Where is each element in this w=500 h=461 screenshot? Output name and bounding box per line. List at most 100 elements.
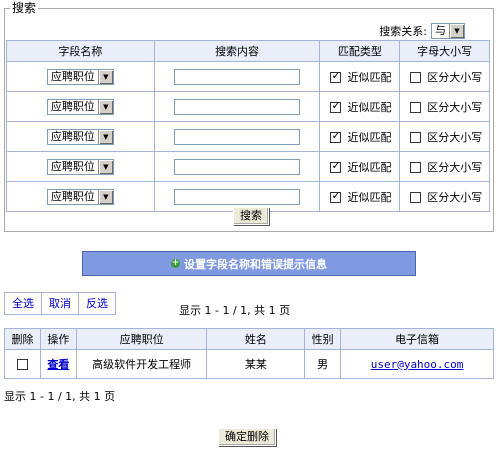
fuzzy-match-label: 近似匹配: [347, 190, 392, 204]
chevron-down-icon: ▼: [449, 24, 464, 38]
field-cell: 应聘职位 ▼: [6, 121, 155, 152]
pager-bottom: 显示 1 - 1 / 1, 共 1 页: [4, 390, 116, 403]
email-cell: user@yahoo.com: [340, 349, 494, 379]
search-row: 应聘职位▼ 近似匹配 区分大小写: [6, 151, 490, 182]
match-type-cell: 近似匹配: [319, 61, 401, 92]
content-cell: [153, 91, 321, 122]
search-content-input[interactable]: [174, 68, 301, 85]
fuzzy-match-checkbox[interactable]: [330, 99, 342, 113]
chevron-down-icon: ▼: [97, 69, 113, 84]
case-sensitive-label: 区分大小写: [427, 190, 483, 204]
field-select-value: 应聘职位: [50, 159, 95, 173]
case-sensitive-checkbox[interactable]: [410, 72, 422, 83]
fuzzy-match-label: 近似匹配: [347, 160, 392, 174]
chevron-down-icon: ▼: [97, 99, 113, 114]
results-table: 删除 操作 应聘职位 姓名 性别 电子信箱 查看 高级软件开发工程师 某某男 user…: [4, 328, 494, 379]
case-cell: 区分大小写: [399, 121, 490, 152]
column-header-delete: 删除: [4, 328, 41, 350]
column-header-content: 搜索内容: [153, 40, 321, 62]
match-type-cell: 近似匹配: [319, 121, 401, 152]
plus-icon: +: [171, 258, 180, 268]
search-content-input[interactable]: [174, 128, 301, 145]
fuzzy-match-checkbox[interactable]: [330, 129, 342, 143]
chevron-down-icon: ▼: [97, 189, 113, 204]
fuzzy-match-label: 近似匹配: [347, 130, 392, 144]
view-link[interactable]: 查看: [47, 358, 69, 371]
column-header-action: 操作: [39, 328, 77, 350]
field-select[interactable]: 应聘职位 ▼: [46, 68, 114, 85]
field-select[interactable]: 应聘职位 ▼: [46, 158, 114, 175]
position-cell: 高级软件开发工程师: [75, 349, 208, 379]
case-sensitive-checkbox[interactable]: [410, 102, 422, 113]
field-select-value: 应聘职位: [50, 189, 95, 203]
delete-checkbox[interactable]: [16, 359, 28, 370]
case-sensitive-label: 区分大小写: [427, 130, 483, 144]
search-row: 应聘职位▼ 近似匹配 区分大小写: [6, 61, 490, 92]
search-content-input[interactable]: [174, 158, 301, 175]
field-select-value: 应聘职位: [50, 69, 95, 83]
name-cell: 某某: [206, 349, 306, 379]
case-cell: 区分大小写: [399, 61, 490, 92]
case-sensitive-checkbox[interactable]: [410, 162, 422, 173]
search-content-input[interactable]: [174, 188, 301, 205]
case-sensitive-label: 区分大小写: [427, 160, 483, 174]
case-sensitive-label: 区分大小写: [427, 70, 483, 84]
action-cell: 查看: [39, 349, 77, 379]
search-relation: 搜索关系: 与 ▼: [379, 23, 465, 39]
fuzzy-match-checkbox[interactable]: [330, 159, 342, 173]
content-cell: [153, 121, 321, 152]
fuzzy-match-label: 近似匹配: [347, 100, 392, 114]
field-select[interactable]: 应聘职位 ▼: [46, 98, 114, 115]
confirm-delete-button[interactable]: 确定删除: [218, 428, 276, 446]
delete-cell: [4, 349, 41, 379]
match-type-cell: 近似匹配: [319, 151, 401, 182]
column-header-position: 应聘职位: [75, 328, 208, 350]
field-cell: 应聘职位 ▼: [6, 151, 155, 182]
match-type-cell: 近似匹配: [319, 181, 401, 212]
content-cell: [153, 61, 321, 92]
column-header-email: 电子信箱: [340, 328, 494, 350]
chevron-down-icon: ▼: [97, 129, 113, 144]
column-header-gender: 性别: [304, 328, 342, 350]
gender-cell: 男: [304, 349, 342, 379]
email-link[interactable]: user@yahoo.com: [371, 358, 464, 371]
case-sensitive-checkbox[interactable]: [410, 132, 422, 143]
search-relation-value: 与: [435, 24, 446, 37]
invert-selection-button[interactable]: 反选: [79, 293, 115, 314]
field-settings-label: 设置字段名称和错误提示信息: [184, 257, 327, 271]
search-relation-label: 搜索关系:: [379, 25, 427, 38]
select-all-button[interactable]: 全选: [5, 293, 42, 314]
column-header-field: 字段名称: [6, 40, 155, 62]
selection-controls: 全选 取消 反选: [4, 292, 116, 315]
field-cell: 应聘职位 ▼: [6, 61, 155, 92]
fuzzy-match-checkbox[interactable]: [330, 69, 342, 83]
case-cell: 区分大小写: [399, 181, 490, 212]
table-row: 查看 高级软件开发工程师 某某男 user@yahoo.com: [4, 349, 494, 379]
search-content-input[interactable]: [174, 98, 301, 115]
column-header-match-type: 匹配类型: [319, 40, 401, 62]
search-row: 应聘职位▼ 近似匹配 区分大小写: [6, 121, 490, 152]
field-cell: 应聘职位 ▼: [6, 181, 155, 212]
field-select[interactable]: 应聘职位 ▼: [46, 188, 114, 205]
search-legend: 搜索: [10, 1, 39, 15]
field-settings-banner[interactable]: + 设置字段名称和错误提示信息: [82, 251, 416, 276]
chevron-down-icon: ▼: [97, 159, 113, 174]
case-cell: 区分大小写: [399, 91, 490, 122]
pager-top: 显示 1 - 1 / 1, 共 1 页: [179, 304, 291, 317]
fuzzy-match-label: 近似匹配: [347, 70, 392, 84]
column-header-name: 姓名: [206, 328, 306, 350]
search-row: 应聘职位▼ 近似匹配 区分大小写: [6, 91, 490, 122]
field-cell: 应聘职位 ▼: [6, 91, 155, 122]
cancel-selection-button[interactable]: 取消: [42, 293, 79, 314]
content-cell: [153, 151, 321, 182]
case-cell: 区分大小写: [399, 151, 490, 182]
search-relation-select[interactable]: 与 ▼: [431, 23, 465, 39]
fuzzy-match-checkbox[interactable]: [330, 189, 342, 203]
field-select-value: 应聘职位: [50, 129, 95, 143]
match-type-cell: 近似匹配: [319, 91, 401, 122]
column-header-case: 字母大小写: [399, 40, 490, 62]
field-select[interactable]: 应聘职位 ▼: [46, 128, 114, 145]
case-sensitive-checkbox[interactable]: [410, 192, 422, 203]
search-button[interactable]: 搜索: [233, 207, 269, 225]
case-sensitive-label: 区分大小写: [427, 100, 483, 114]
